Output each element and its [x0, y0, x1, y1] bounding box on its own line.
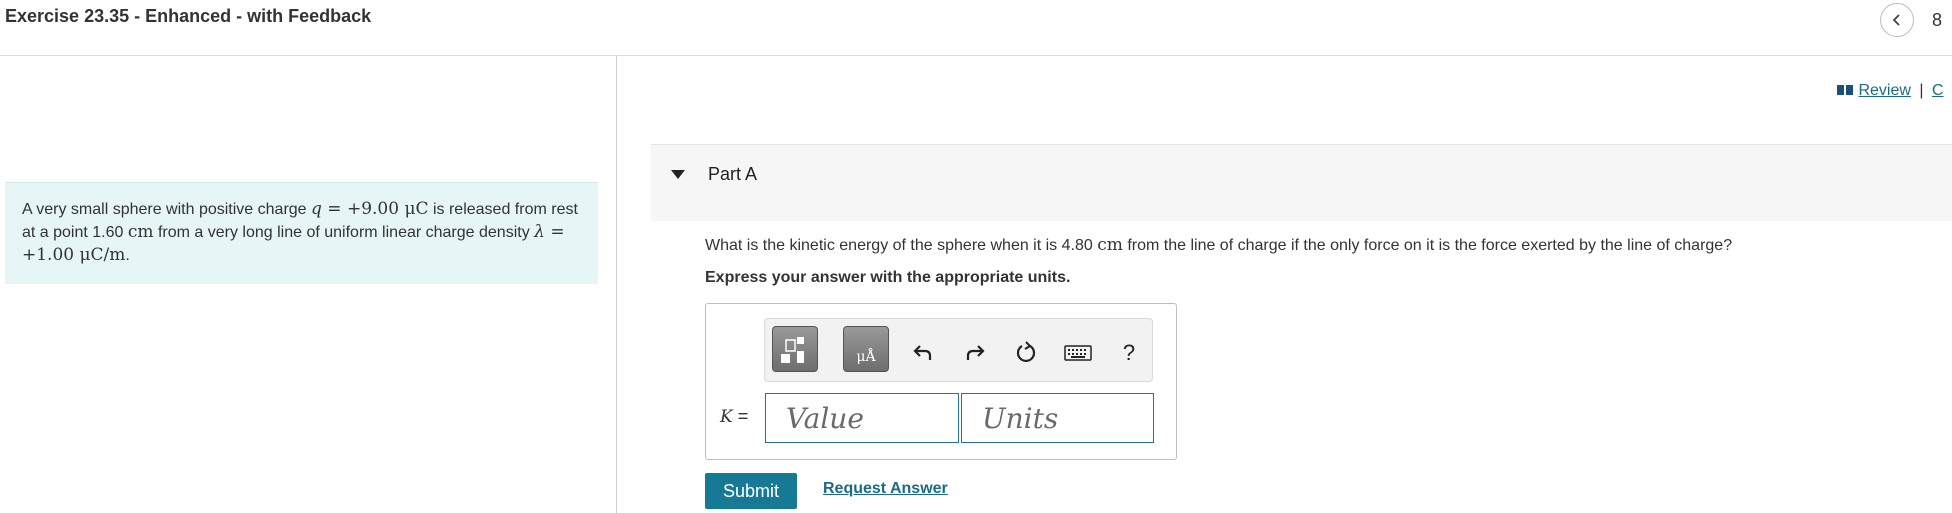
problem-text: from a very long line of uniform linear … [153, 224, 535, 241]
question-text-part: What is the kinetic energy of the sphere… [705, 237, 1098, 254]
constants-link[interactable]: C [1932, 82, 1944, 99]
problem-statement: A very small sphere with positive charge… [22, 198, 582, 267]
header-divider [0, 55, 1952, 56]
templates-button[interactable] [772, 326, 818, 372]
lambda-unit: μC/m [79, 245, 126, 265]
answer-instructions: Express your answer with the appropriate… [705, 269, 1071, 286]
templates-icon [781, 337, 804, 363]
distance-unit: cm [127, 222, 154, 242]
help-icon[interactable]: ? [1116, 340, 1142, 366]
redo-icon[interactable] [962, 340, 988, 366]
problem-text: A very small sphere with positive charge [22, 201, 312, 218]
charge-value: = +9.00 [321, 199, 405, 219]
part-a-header[interactable] [651, 144, 1952, 221]
answer-variable: K [720, 407, 733, 427]
units-icon: μÅ [856, 349, 876, 365]
problem-text: . [125, 247, 130, 264]
units-input[interactable] [961, 393, 1154, 443]
reset-icon[interactable] [1013, 340, 1039, 366]
keyboard-icon[interactable] [1063, 340, 1093, 366]
review-link[interactable]: Review [1858, 82, 1910, 99]
book-icon [1837, 85, 1853, 95]
caret-down-icon[interactable] [671, 170, 685, 179]
chevron-left-icon [1892, 14, 1900, 26]
request-answer-link[interactable]: Request Answer [823, 480, 948, 498]
pane-divider [616, 56, 617, 513]
lambda-symbol: λ [534, 222, 545, 242]
value-input[interactable] [765, 393, 959, 443]
submit-button[interactable]: Submit [705, 473, 797, 509]
previous-button[interactable] [1880, 3, 1914, 37]
page-number: 8 [1932, 10, 1943, 30]
question-text-part: from the line of charge if the only forc… [1122, 237, 1733, 254]
undo-icon[interactable] [910, 340, 936, 366]
part-a-title: Part A [708, 164, 758, 184]
review-link-group: Review | C [1836, 82, 1944, 100]
charge-symbol: q [311, 199, 322, 219]
answer-label: K = [720, 406, 748, 427]
link-separator: | [1919, 82, 1924, 99]
charge-unit: μC [404, 199, 429, 219]
page-title: Exercise 23.35 - Enhanced - with Feedbac… [5, 6, 372, 26]
answer-equals: = [732, 406, 749, 426]
units-button[interactable]: μÅ [843, 326, 889, 372]
question-text: What is the kinetic energy of the sphere… [705, 235, 1732, 255]
question-unit: cm [1097, 235, 1123, 255]
math-toolbar [764, 318, 1153, 382]
